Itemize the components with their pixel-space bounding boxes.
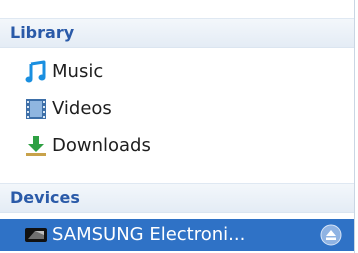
sidebar-pane: Library Music Videos Downloads Devices S… — [0, 0, 358, 253]
sidebar-item-music[interactable]: Music — [0, 53, 354, 90]
sidebar-item-label: Music — [52, 61, 104, 82]
sidebar-item-samsung-device[interactable]: SAMSUNG Electroni... — [0, 219, 354, 251]
film-icon — [26, 99, 46, 119]
devices-section-header[interactable]: Devices — [0, 183, 354, 213]
sidebar-item-label: Videos — [52, 98, 112, 119]
sidebar-item-videos[interactable]: Videos — [0, 90, 354, 127]
sidebar-item-label: SAMSUNG Electroni... — [52, 224, 246, 245]
download-icon — [26, 136, 46, 156]
music-note-icon — [25, 60, 46, 83]
library-section-header[interactable]: Library — [0, 18, 354, 48]
sidebar-item-label: Downloads — [52, 135, 151, 156]
eject-icon[interactable] — [320, 224, 342, 246]
pane-divider — [354, 0, 355, 253]
phone-icon — [25, 228, 47, 242]
sidebar-item-downloads[interactable]: Downloads — [0, 127, 354, 164]
